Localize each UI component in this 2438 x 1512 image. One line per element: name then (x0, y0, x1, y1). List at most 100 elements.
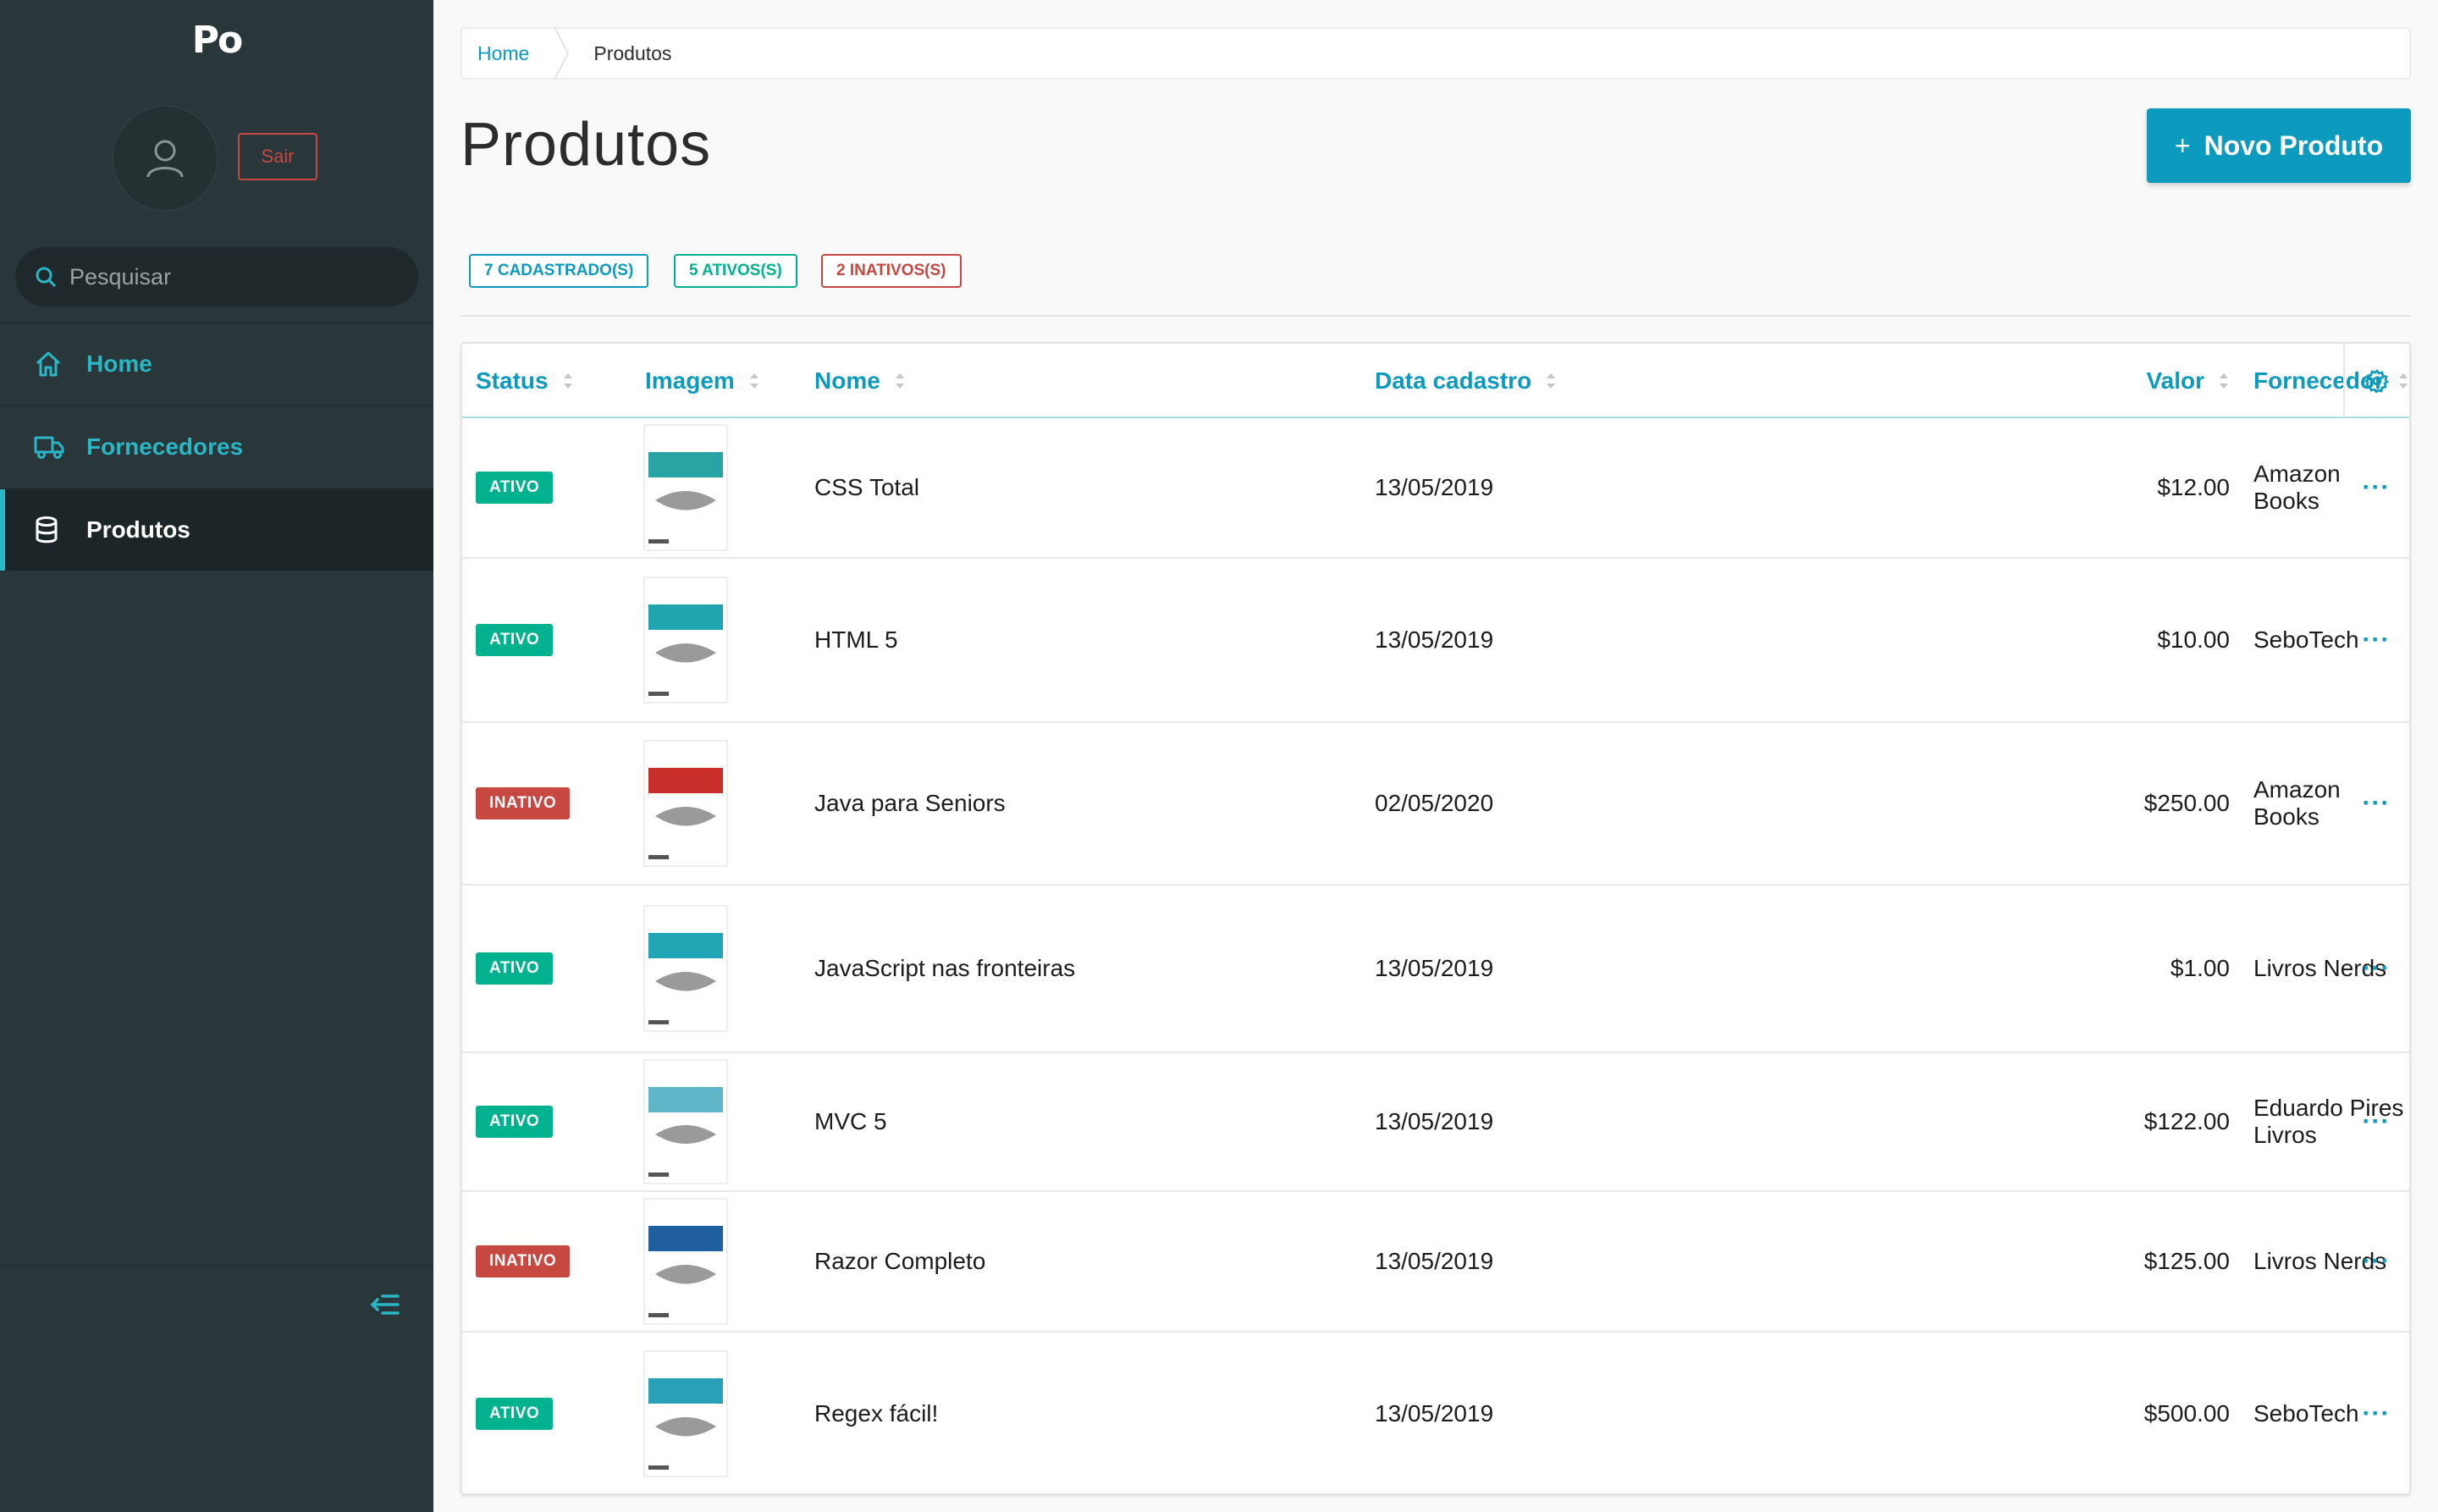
sidebar-search[interactable] (15, 247, 418, 306)
row-actions-button[interactable]: ··· (2355, 559, 2397, 721)
sidebar-item-fornecedores[interactable]: Fornecedores (0, 406, 433, 488)
column-label: Imagem (645, 367, 735, 394)
row-actions-button[interactable]: ··· (2355, 1053, 2397, 1190)
book-cover-image (643, 1350, 728, 1477)
table-row[interactable]: ATIVO HTML 5 13/05/2019 $10.00 SeboTech ··· (462, 559, 2409, 723)
column-header-valor[interactable]: Valor (2037, 344, 2230, 418)
valor-cell: $500.00 (2143, 1400, 2230, 1426)
nome-cell: JavaScript nas fronteiras (814, 955, 1076, 981)
new-product-button[interactable]: + Novo Produto (2147, 108, 2411, 183)
sidebar-item-label: Home (86, 350, 152, 377)
book-cover-image (643, 424, 728, 551)
database-icon (34, 516, 68, 544)
more-icon: ··· (2362, 789, 2391, 817)
image-cell (643, 1192, 728, 1331)
status-badge: ATIVO (476, 1106, 554, 1138)
breadcrumb-current: Produtos (593, 41, 672, 64)
nome-cell: MVC 5 (814, 1108, 887, 1134)
row-actions-button[interactable]: ··· (2355, 1333, 2397, 1495)
table-row[interactable]: INATIVO Java para Seniors 02/05/2020 $250.0… (462, 723, 2409, 886)
tag-ativos[interactable]: 5 ATIVOS(S) (674, 254, 797, 288)
tag-inativos[interactable]: 2 INATIVOS(S) (821, 254, 962, 288)
nome-cell: Regex fácil! (814, 1400, 939, 1426)
column-header-data-cadastro[interactable]: Data cadastro (1375, 344, 1557, 418)
nome-cell: Razor Completo (814, 1248, 986, 1274)
table-row[interactable]: ATIVO MVC 5 13/05/2019 $122.00 Eduardo Pires… (462, 1053, 2409, 1192)
status-cell: ATIVO (476, 418, 554, 557)
book-cover-image (643, 1059, 728, 1184)
page-title: Produtos (461, 111, 712, 179)
row-actions-button[interactable]: ··· (2355, 886, 2397, 1051)
image-cell (643, 1333, 728, 1495)
status-badge: ATIVO (476, 952, 554, 985)
status-cell: INATIVO (476, 1192, 571, 1331)
app-logo: Po (191, 19, 243, 62)
status-badge: INATIVO (476, 1245, 571, 1277)
valor-cell: $10.00 (2157, 626, 2230, 653)
table-row[interactable]: INATIVO Razor Completo 13/05/2019 $125.00 Li… (462, 1192, 2409, 1333)
table-settings-button[interactable] (2343, 344, 2409, 418)
column-header-status[interactable]: Status (476, 344, 574, 418)
image-cell (643, 1053, 728, 1190)
row-actions-button[interactable]: ··· (2355, 418, 2397, 557)
collapse-menu-icon[interactable] (369, 1292, 400, 1322)
status-badge: INATIVO (476, 787, 571, 819)
table-row[interactable]: ATIVO CSS Total 13/05/2019 $12.00 Amazon Boo… (462, 418, 2409, 559)
status-badge: ATIVO (476, 1398, 554, 1430)
valor-cell: $122.00 (2143, 1108, 2230, 1134)
home-icon (34, 350, 68, 378)
image-cell (643, 886, 728, 1051)
valor-cell: $250.00 (2143, 790, 2230, 816)
table-header: Status Imagem Nome Data cadastro Valor F… (462, 344, 2409, 418)
fornecedor-cell: SeboTech (2253, 1400, 2359, 1426)
row-actions-button[interactable]: ··· (2355, 1192, 2397, 1331)
more-icon: ··· (2362, 1399, 2391, 1427)
status-cell: INATIVO (476, 723, 571, 884)
column-label: Status (476, 367, 549, 394)
status-cell: ATIVO (476, 886, 554, 1051)
breadcrumb-home-link[interactable]: Home (477, 42, 529, 65)
book-cover-image (643, 577, 728, 704)
breadcrumb: Home Produtos (461, 26, 2411, 80)
search-input[interactable] (69, 263, 408, 290)
status-badge: ATIVO (476, 472, 554, 504)
column-header-nome[interactable]: Nome (814, 344, 906, 418)
image-cell (643, 723, 728, 884)
data-cadastro-cell: 13/05/2019 (1375, 626, 1494, 653)
sort-icon (2218, 372, 2230, 390)
more-icon: ··· (2362, 1247, 2391, 1275)
sidebar-item-label: Produtos (86, 516, 190, 543)
row-actions-button[interactable]: ··· (2355, 723, 2397, 884)
avatar[interactable] (112, 105, 218, 212)
more-icon: ··· (2362, 1107, 2391, 1135)
sidebar: Po Sair Home Fornecedores (0, 0, 433, 1512)
valor-cell: $12.00 (2157, 474, 2230, 500)
column-label: Valor (2146, 367, 2204, 394)
book-cover-image (643, 1198, 728, 1325)
data-cadastro-cell: 13/05/2019 (1375, 1108, 1494, 1134)
sort-icon (562, 372, 574, 390)
sidebar-item-home[interactable]: Home (0, 323, 433, 405)
sidebar-item-produtos[interactable]: Produtos (0, 489, 433, 571)
more-icon: ··· (2362, 626, 2391, 654)
data-cadastro-cell: 02/05/2020 (1375, 790, 1494, 816)
more-icon: ··· (2362, 954, 2391, 982)
book-cover-image (643, 905, 728, 1032)
more-icon: ··· (2362, 473, 2391, 501)
tag-cadastrados[interactable]: 7 CADASTRADO(S) (469, 254, 649, 288)
column-header-imagem[interactable]: Imagem (645, 344, 760, 418)
table-row[interactable]: ATIVO JavaScript nas fronteiras 13/05/2019… (462, 886, 2409, 1053)
table-row[interactable]: ATIVO Regex fácil! 13/05/2019 $500.00 SeboTe… (462, 1333, 2409, 1497)
data-cadastro-cell: 13/05/2019 (1375, 1400, 1494, 1426)
plus-icon: + (2174, 130, 2191, 161)
logout-button[interactable]: Sair (238, 133, 317, 180)
status-badge: ATIVO (476, 624, 554, 656)
image-cell (643, 418, 728, 557)
divider (461, 315, 2411, 317)
data-cadastro-cell: 13/05/2019 (1375, 955, 1494, 981)
new-product-label: Novo Produto (2204, 130, 2384, 161)
image-cell (643, 559, 728, 721)
truck-icon (34, 433, 68, 461)
breadcrumb-separator (553, 26, 570, 80)
data-cadastro-cell: 13/05/2019 (1375, 1248, 1494, 1274)
